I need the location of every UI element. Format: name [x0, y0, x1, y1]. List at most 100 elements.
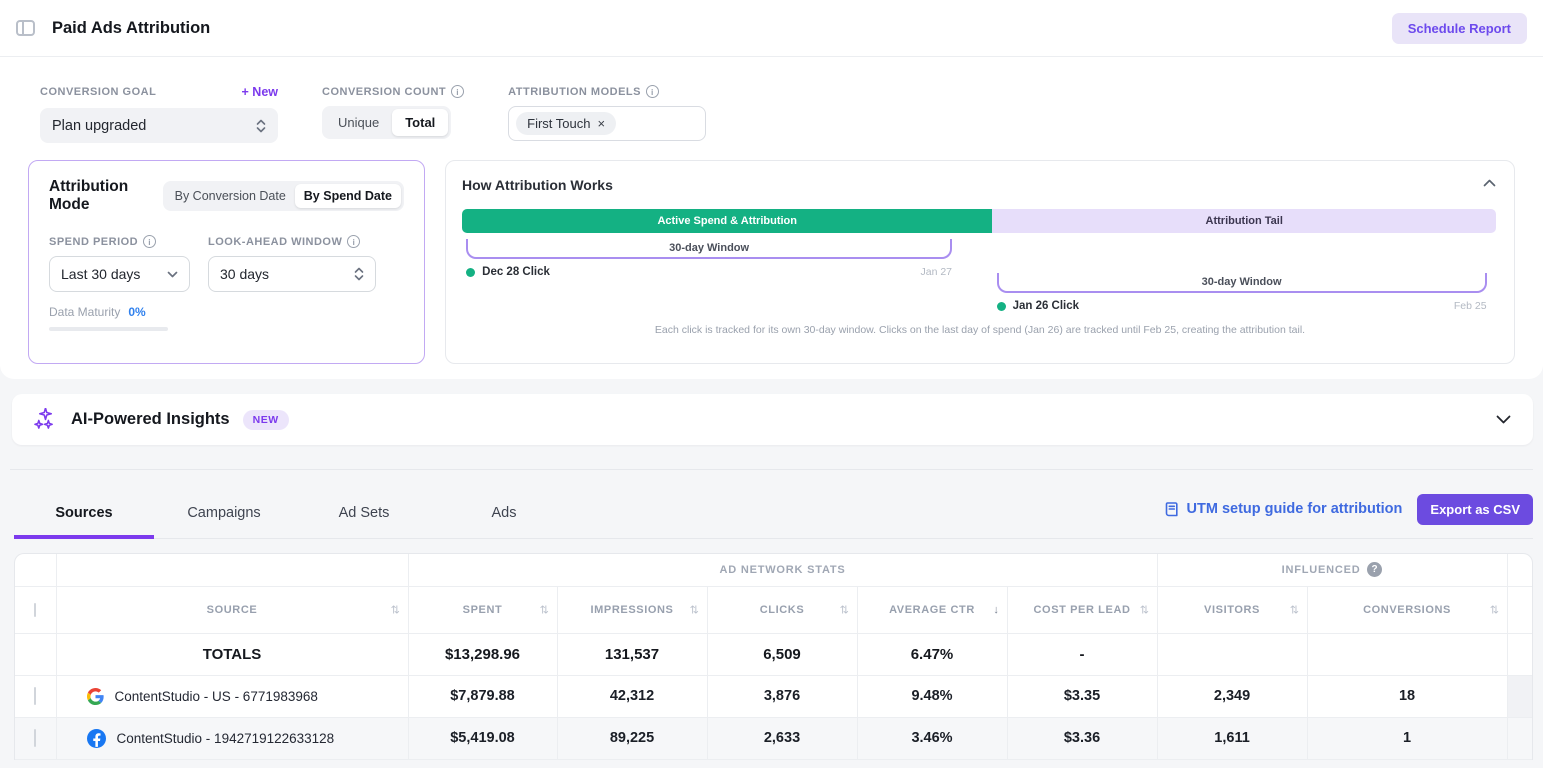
clicks-cell: 3,876 — [707, 675, 857, 717]
sort-icon[interactable]: ⇅ — [1490, 603, 1500, 616]
totals-clicks: 6,509 — [707, 633, 857, 675]
impressions-cell: 42,312 — [557, 675, 707, 717]
conversion-count-toggle: Unique Total — [322, 106, 451, 139]
cost-per-lead-cell: $3.36 — [1007, 717, 1157, 759]
top-bar: Paid Ads Attribution Schedule Report — [0, 0, 1543, 57]
info-icon[interactable]: i — [143, 235, 156, 248]
attribution-tail-bar: Attribution Tail — [992, 209, 1496, 233]
group-ad-network-stats: AD NETWORK STATS — [408, 554, 1157, 586]
mode-option-conversion-date[interactable]: By Conversion Date — [166, 184, 295, 208]
info-icon[interactable]: i — [347, 235, 360, 248]
attribution-caption: Each click is tracked for its own 30-day… — [462, 324, 1498, 336]
average-ctr-cell: 3.46% — [857, 717, 1007, 759]
conversion-goal-label: CONVERSION GOAL — [40, 86, 156, 98]
utm-setup-guide-link[interactable]: UTM setup guide for attribution — [1164, 501, 1403, 518]
click-dot-icon — [466, 268, 475, 277]
col-impressions[interactable]: IMPRESSIONS⇅ — [557, 586, 707, 633]
totals-visitors — [1157, 633, 1307, 675]
report-tabs-row: Sources Campaigns Ad Sets Ads UTM setup … — [14, 492, 1533, 539]
source-name: ContentStudio - US - 6771983968 — [115, 689, 318, 704]
col-visitors[interactable]: VISITORS⇅ — [1157, 586, 1307, 633]
table-row[interactable]: ContentStudio - 1942719122633128 $5,419.… — [15, 717, 1532, 759]
tab-ads[interactable]: Ads — [434, 492, 574, 538]
schedule-report-button[interactable]: Schedule Report — [1392, 13, 1527, 44]
info-icon[interactable]: i — [646, 85, 659, 98]
sort-icon[interactable]: ⇅ — [391, 603, 401, 616]
updown-chevron-icon — [354, 267, 364, 281]
spend-period-value: Last 30 days — [61, 266, 140, 282]
question-icon[interactable]: ? — [1367, 562, 1382, 577]
google-icon — [87, 688, 104, 705]
expand-chevron-down-icon[interactable] — [1496, 415, 1511, 424]
sort-icon[interactable]: ⇅ — [1140, 603, 1150, 616]
sort-desc-icon[interactable]: ↓ — [993, 604, 999, 616]
select-all-checkbox[interactable] — [34, 603, 36, 617]
attribution-models-input[interactable]: First Touch × — [508, 106, 706, 141]
totals-spent: $13,298.96 — [408, 633, 557, 675]
sort-icon[interactable]: ⇅ — [840, 603, 850, 616]
attribution-mode-title: Attribution Mode — [49, 178, 163, 214]
row-checkbox[interactable] — [34, 687, 36, 705]
data-maturity-value: 0% — [128, 305, 145, 319]
source-cell[interactable]: ContentStudio - 1942719122633128 — [56, 717, 408, 759]
look-ahead-value: 30 days — [220, 266, 269, 282]
spend-period-select[interactable]: Last 30 days — [49, 256, 190, 292]
sort-icon[interactable]: ⇅ — [690, 603, 700, 616]
tab-campaigns[interactable]: Campaigns — [154, 492, 294, 538]
visitors-cell: 1,611 — [1157, 717, 1307, 759]
window2-bracket: 30-day Window — [997, 273, 1487, 293]
window2-end-label: Feb 25 — [1454, 300, 1487, 312]
table-group-header-row: AD NETWORK STATS INFLUENCED ? — [15, 554, 1532, 586]
attribution-timeline: Active Spend & Attribution Attribution T… — [462, 197, 1498, 347]
ai-insights-card[interactable]: AI-Powered Insights NEW — [12, 394, 1533, 445]
mode-option-spend-date[interactable]: By Spend Date — [295, 184, 401, 208]
col-average-ctr[interactable]: AVERAGE CTR↓ — [857, 586, 1007, 633]
conversions-cell: 1 — [1307, 717, 1507, 759]
updown-chevron-icon — [256, 119, 266, 133]
look-ahead-field: LOOK-AHEAD WINDOW i 30 days — [208, 235, 376, 292]
export-csv-button[interactable]: Export as CSV — [1417, 494, 1533, 525]
totals-conversions — [1307, 633, 1507, 675]
sort-icon[interactable]: ⇅ — [1290, 603, 1300, 616]
sort-icon[interactable]: ⇅ — [540, 603, 550, 616]
window1-bracket: 30-day Window — [466, 239, 952, 259]
conversion-goal-select[interactable]: Plan upgraded — [40, 108, 278, 143]
table-header-row: SOURCE⇅ SPENT⇅ IMPRESSIONS⇅ CLICKS⇅ AVER… — [15, 586, 1532, 633]
source-cell[interactable]: ContentStudio - US - 6771983968 — [56, 675, 408, 717]
model-chip-first-touch: First Touch × — [516, 112, 616, 135]
clicks-cell: 2,633 — [707, 717, 857, 759]
spent-cell: $7,879.88 — [408, 675, 557, 717]
remove-model-icon[interactable]: × — [597, 117, 605, 130]
attribution-models-label: ATTRIBUTION MODELS — [508, 86, 641, 98]
new-goal-button[interactable]: + New — [242, 85, 278, 99]
info-icon[interactable]: i — [451, 85, 464, 98]
data-maturity-label: Data Maturity — [49, 305, 120, 319]
tab-sources[interactable]: Sources — [14, 492, 154, 538]
conversions-cell: 18 — [1307, 675, 1507, 717]
active-spend-bar: Active Spend & Attribution — [462, 209, 992, 233]
look-ahead-select[interactable]: 30 days — [208, 256, 376, 292]
sources-table: AD NETWORK STATS INFLUENCED ? SOURCE⇅ SP… — [14, 553, 1533, 760]
filter-panel: CONVERSION GOAL + New Plan upgraded CONV… — [0, 57, 1543, 379]
row-checkbox[interactable] — [34, 729, 36, 747]
col-source[interactable]: SOURCE⇅ — [56, 586, 408, 633]
tab-ad-sets[interactable]: Ad Sets — [294, 492, 434, 538]
col-clicks[interactable]: CLICKS⇅ — [707, 586, 857, 633]
table-row[interactable]: ContentStudio - US - 6771983968 $7,879.8… — [15, 675, 1532, 717]
count-option-unique[interactable]: Unique — [325, 109, 392, 136]
col-conversions[interactable]: CONVERSIONS⇅ — [1307, 586, 1507, 633]
totals-cost-per-lead: - — [1007, 633, 1157, 675]
conversion-goal-block: CONVERSION GOAL + New Plan upgraded — [40, 85, 278, 143]
conversion-count-label: CONVERSION COUNT — [322, 86, 446, 98]
spent-cell: $5,419.08 — [408, 717, 557, 759]
collapse-chevron-up-icon[interactable] — [1483, 179, 1496, 187]
look-ahead-label: LOOK-AHEAD WINDOW — [208, 236, 342, 248]
col-spent[interactable]: SPENT⇅ — [408, 586, 557, 633]
average-ctr-cell: 9.48% — [857, 675, 1007, 717]
count-option-total[interactable]: Total — [392, 109, 448, 136]
sparkles-icon — [34, 408, 57, 431]
col-cost-per-lead[interactable]: COST PER LEAD⇅ — [1007, 586, 1157, 633]
how-attribution-works-card: How Attribution Works Active Spend & Att… — [445, 160, 1515, 364]
sidebar-toggle-icon[interactable] — [16, 20, 35, 36]
group-influenced: INFLUENCED ? — [1157, 554, 1507, 586]
